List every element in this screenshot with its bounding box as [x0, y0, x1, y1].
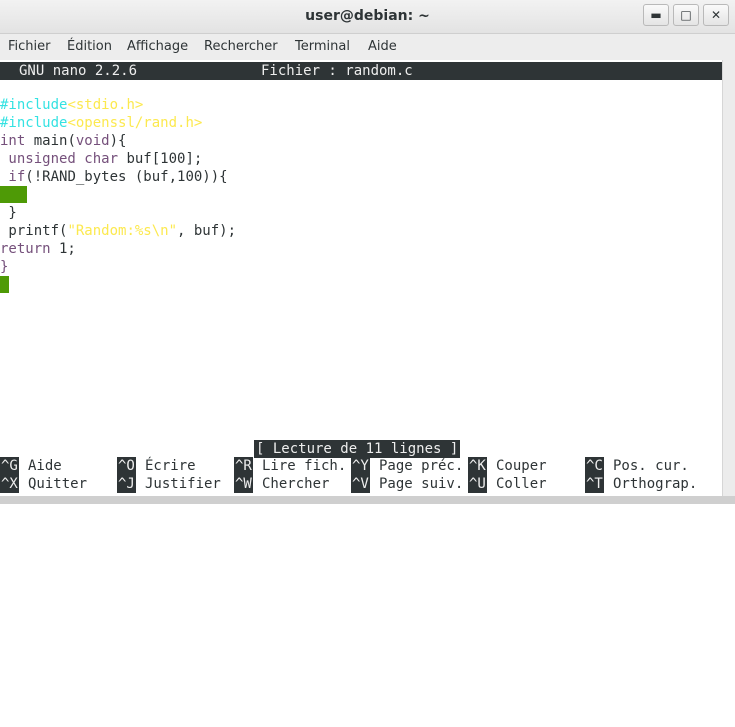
code-token: ){: [109, 133, 127, 149]
close-button[interactable]: ✕: [703, 4, 729, 26]
shortcut-key: ^T: [585, 475, 604, 493]
shortcut-label: Quitter: [28, 476, 88, 492]
shortcut-key: ^R: [234, 457, 253, 475]
menu-rechercher[interactable]: Rechercher: [204, 39, 278, 54]
shortcut-key: ^V: [351, 475, 370, 493]
menu-affichage[interactable]: Affichage: [127, 39, 188, 54]
shortcut-row-1: ^G Aide ^O Écrire ^R Lire fich. ^Y Page …: [0, 457, 689, 475]
terminal-area[interactable]: GNU nano 2.2.6 Fichier : random.c #inclu…: [0, 60, 735, 496]
shortcut-row-2: ^X Quitter ^J Justifier ^W Chercher ^V P…: [0, 475, 697, 493]
nano-version: GNU nano 2.2.6: [19, 63, 138, 79]
code-token: <openssl/rand.h>: [67, 115, 203, 131]
shortcut-label: Orthograp.: [613, 476, 698, 492]
shortcut-label: Écrire: [145, 458, 196, 474]
code-token: int: [0, 133, 26, 149]
shortcut-key: ^W: [234, 475, 253, 493]
code-token: #include: [0, 97, 68, 113]
code-token: void: [75, 133, 110, 149]
code-token: , buf);: [177, 223, 237, 239]
code-line-6: [0, 186, 27, 204]
shortcut-key: ^C: [585, 457, 604, 475]
code-token: printf(: [0, 223, 68, 239]
code-line-8: printf("Random:%s\n", buf);: [0, 222, 236, 240]
code-token: <stdio.h>: [67, 97, 144, 113]
shortcut-label: Aide: [28, 458, 62, 474]
code-line-1: #include<stdio.h>: [0, 96, 143, 114]
minimize-button[interactable]: ▬: [643, 4, 669, 26]
whitespace-highlight: [0, 186, 27, 203]
code-line-4: unsigned char buf[100];: [0, 150, 202, 168]
shortcut-label: Chercher: [262, 476, 330, 492]
scrollbar[interactable]: [722, 60, 735, 496]
code-line-2: #include<openssl/rand.h>: [0, 114, 202, 132]
code-token: #include: [0, 115, 68, 131]
menu-terminal[interactable]: Terminal: [295, 39, 350, 54]
shortcut-label: Couper: [496, 458, 547, 474]
code-token: 1;: [50, 241, 76, 257]
maximize-button[interactable]: □: [673, 4, 699, 26]
code-token: }: [0, 259, 9, 275]
menu-bar: Fichier Édition Affichage Rechercher Ter…: [0, 34, 735, 60]
nano-file-label: Fichier : random.c: [261, 63, 413, 79]
nano-title-bar: GNU nano 2.2.6 Fichier : random.c: [0, 62, 723, 80]
shortcut-label: Lire fich.: [262, 458, 347, 474]
shortcut-label: Coller: [496, 476, 547, 492]
menu-edition[interactable]: Édition: [67, 39, 112, 54]
shortcut-key: ^G: [0, 457, 19, 475]
menu-fichier[interactable]: Fichier: [8, 39, 51, 54]
code-token: "Random:%s\n": [67, 223, 178, 239]
code-token: (!RAND_bytes (buf,100)){: [25, 169, 228, 185]
shortcut-key: ^K: [468, 457, 487, 475]
menu-aide[interactable]: Aide: [368, 39, 397, 54]
code-line-5: if(!RAND_bytes (buf,100)){: [0, 168, 228, 186]
code-line-10: }: [0, 258, 8, 276]
text-cursor: [0, 276, 9, 293]
code-token: main(: [25, 133, 76, 149]
shortcut-key: ^J: [117, 475, 136, 493]
code-token: return: [0, 241, 51, 257]
terminal-window: user@debian: ~ ▬ □ ✕ Fichier Édition Aff…: [0, 0, 735, 504]
shortcut-label: Pos. cur.: [613, 458, 689, 474]
code-token: if: [0, 169, 26, 185]
shortcut-label: Page suiv.: [379, 476, 464, 492]
code-line-11: [0, 276, 9, 294]
code-token: buf[100];: [118, 151, 203, 167]
shortcut-key: ^O: [117, 457, 136, 475]
shortcut-key: ^X: [0, 475, 19, 493]
code-line-9: return 1;: [0, 240, 76, 258]
nano-status-message: [ Lecture de 11 lignes ]: [254, 440, 461, 458]
code-line-3: int main(void){: [0, 132, 126, 150]
code-token: unsigned char: [0, 151, 119, 167]
shortcut-label: Page préc.: [379, 458, 464, 474]
window-title: user@debian: ~: [305, 8, 430, 24]
code-line-7: }: [0, 205, 17, 221]
shortcut-label: Justifier: [145, 476, 221, 492]
window-bottom-border: [0, 496, 735, 504]
title-bar[interactable]: user@debian: ~ ▬ □ ✕: [0, 0, 735, 34]
shortcut-key: ^Y: [351, 457, 370, 475]
shortcut-key: ^U: [468, 475, 487, 493]
